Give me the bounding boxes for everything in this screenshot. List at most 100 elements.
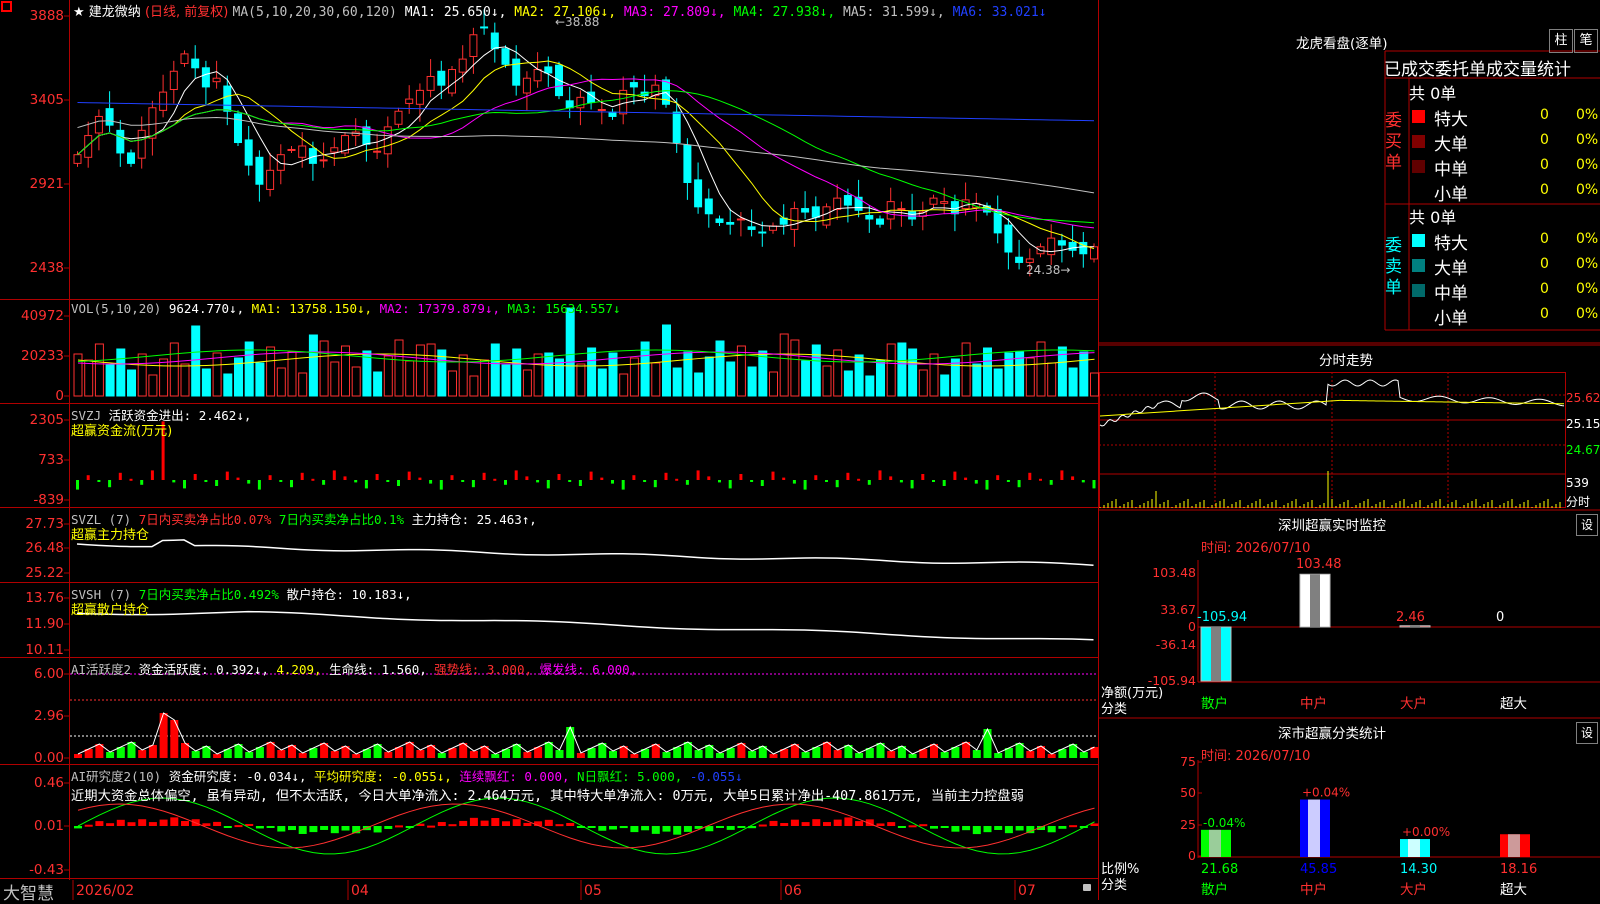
classify-value: 14.30 bbox=[1400, 862, 1437, 877]
candle-body bbox=[244, 139, 253, 166]
candle-body bbox=[726, 221, 735, 225]
volume-ma bbox=[77, 353, 1095, 367]
candle-body bbox=[276, 154, 285, 171]
axis-label: 2.96 bbox=[34, 708, 64, 724]
research-bar bbox=[908, 825, 917, 828]
candle-body bbox=[801, 208, 810, 213]
volume-bar bbox=[576, 363, 586, 397]
volume-bar bbox=[758, 350, 768, 397]
candle-body bbox=[533, 69, 542, 82]
activity-line bbox=[77, 712, 1095, 755]
volume-bar bbox=[383, 355, 393, 397]
volume-bar bbox=[940, 374, 950, 397]
research-bar bbox=[437, 822, 446, 826]
candle-body bbox=[1057, 240, 1066, 246]
volume-bar bbox=[212, 352, 222, 397]
classify-category: 超大 bbox=[1500, 882, 1527, 898]
classify-axis-label: 0 bbox=[1188, 848, 1196, 863]
monitor-value: -105.94 bbox=[1197, 610, 1247, 625]
svzj-bar bbox=[418, 477, 422, 480]
volume-bar bbox=[1079, 351, 1089, 397]
volume-bar bbox=[587, 347, 597, 397]
axis-label: 26.48 bbox=[25, 540, 64, 556]
candle-body bbox=[426, 75, 435, 91]
candle-body bbox=[212, 77, 221, 83]
research-bar bbox=[223, 826, 232, 828]
activity-bar bbox=[523, 752, 532, 758]
research-bar bbox=[138, 819, 147, 826]
candle-body bbox=[811, 206, 820, 218]
volume-bar bbox=[833, 349, 843, 397]
volume-bar bbox=[972, 363, 982, 397]
monitor-axis-label: 0 bbox=[1188, 619, 1196, 634]
volume-bar bbox=[694, 372, 704, 397]
svzj-bars bbox=[76, 421, 1096, 490]
research-bar bbox=[609, 826, 617, 830]
research-bar bbox=[448, 824, 457, 827]
bar-mode-button[interactable]: 柱 bbox=[1549, 29, 1573, 53]
candle-body bbox=[694, 179, 703, 208]
candle-body bbox=[522, 77, 531, 94]
axis-label: 0.00 bbox=[34, 750, 64, 766]
research-bar bbox=[309, 826, 318, 833]
candle-body bbox=[405, 98, 414, 104]
candle-body bbox=[790, 208, 799, 230]
research-bar bbox=[202, 823, 211, 826]
candle-body bbox=[876, 218, 884, 225]
svzj-bar bbox=[504, 480, 507, 485]
activity-bar bbox=[662, 752, 671, 758]
volume-bars bbox=[73, 307, 1099, 397]
svzj-bar bbox=[1006, 480, 1010, 482]
indicator-lines bbox=[76, 539, 1094, 641]
svzj-bar bbox=[257, 480, 261, 490]
trade-mode-button[interactable]: 笔 bbox=[1574, 29, 1598, 53]
candle-body bbox=[490, 32, 499, 50]
volume-bar bbox=[148, 374, 158, 397]
axis-label: 733 bbox=[38, 452, 64, 468]
classify-value: 21.68 bbox=[1201, 862, 1238, 877]
volume-bar bbox=[993, 368, 1003, 397]
candle-body bbox=[854, 196, 863, 211]
lock-icon[interactable] bbox=[1083, 884, 1091, 891]
candle-body bbox=[73, 154, 82, 164]
candle-body bbox=[319, 159, 328, 162]
activity-bar bbox=[855, 753, 864, 758]
svzj-bar bbox=[867, 480, 871, 485]
volume-bar bbox=[201, 368, 211, 397]
svzj-bar bbox=[964, 477, 968, 480]
monitor-settings-button[interactable]: 设 bbox=[1576, 514, 1598, 536]
svzj-bar bbox=[129, 478, 133, 481]
svzj-bar bbox=[792, 480, 796, 484]
activity-bar bbox=[491, 754, 500, 758]
svzj-bar bbox=[236, 477, 240, 480]
research-bar bbox=[983, 826, 992, 833]
volume-bar bbox=[480, 359, 490, 397]
activity-bar bbox=[940, 752, 949, 758]
activity-bar bbox=[330, 751, 339, 758]
research-bar bbox=[887, 822, 896, 826]
chart-canvas[interactable]: 3888 3405 2921 2438 40972 20233 0 2305 733 -839 27… bbox=[0, 0, 1600, 900]
activity-bar bbox=[437, 753, 446, 758]
classify-bar-shade bbox=[1308, 799, 1320, 857]
classify-settings-button[interactable]: 设 bbox=[1576, 722, 1598, 744]
candle-body bbox=[683, 144, 692, 183]
volume-bar bbox=[1090, 372, 1099, 397]
classify-category: 散户 bbox=[1201, 881, 1228, 898]
activity-bar bbox=[138, 750, 147, 758]
research-bar bbox=[469, 817, 478, 826]
research-bar bbox=[116, 819, 125, 826]
menu-icon[interactable] bbox=[1, 1, 12, 12]
date-label: 06 bbox=[784, 883, 802, 899]
volume-ma bbox=[77, 349, 1095, 363]
volume-bar bbox=[918, 369, 928, 397]
research-bar bbox=[962, 826, 971, 831]
svzj-bar bbox=[461, 480, 465, 482]
research-bar bbox=[673, 826, 682, 835]
volume-bar bbox=[983, 347, 992, 397]
research-bar bbox=[876, 823, 885, 826]
svzj-bar bbox=[771, 471, 775, 480]
candle-body bbox=[1025, 258, 1034, 263]
svzj-bar bbox=[921, 474, 925, 480]
volume-bar bbox=[715, 340, 725, 397]
candle-body bbox=[1004, 224, 1013, 253]
